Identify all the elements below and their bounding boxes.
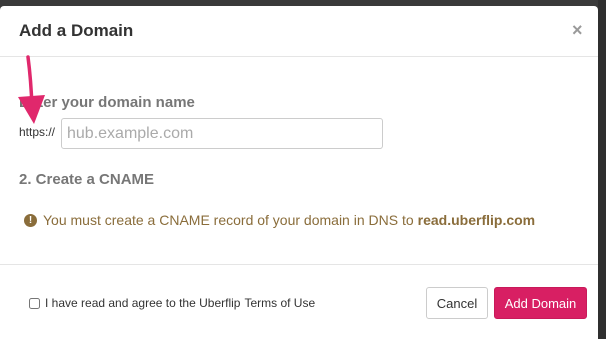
annotation-arrow-icon — [18, 55, 45, 124]
